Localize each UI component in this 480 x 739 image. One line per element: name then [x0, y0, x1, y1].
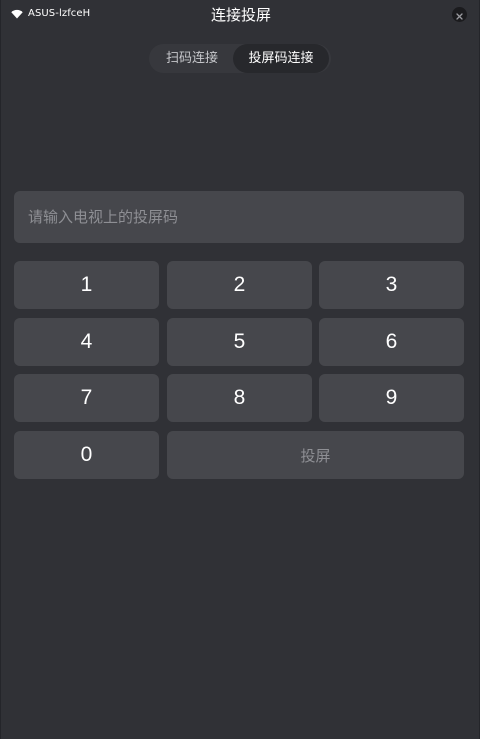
keypad-key-2[interactable]: 2 — [167, 261, 312, 309]
header-bar: ASUS-lzfceH 连接投屏 — [1, 0, 480, 30]
keypad-key-1[interactable]: 1 — [14, 261, 159, 309]
close-icon — [456, 5, 463, 24]
keypad-key-9[interactable]: 9 — [319, 374, 464, 422]
tab-scan-connect[interactable]: 扫码连接 — [149, 44, 233, 73]
connect-mode-tabs: 扫码连接 投屏码连接 — [149, 44, 331, 73]
keypad-key-3[interactable]: 3 — [319, 261, 464, 309]
keypad-key-8[interactable]: 8 — [167, 374, 312, 422]
tab-code-connect[interactable]: 投屏码连接 — [233, 44, 329, 73]
cast-button[interactable]: 投屏 — [167, 431, 464, 479]
keypad-key-6[interactable]: 6 — [319, 318, 464, 366]
cast-connect-screen: ASUS-lzfceH 连接投屏 扫码连接 投屏码连接 1 2 3 4 5 6 … — [0, 0, 480, 739]
keypad-key-0[interactable]: 0 — [14, 431, 159, 479]
page-title: 连接投屏 — [210, 6, 271, 24]
cast-code-input[interactable] — [14, 191, 464, 243]
keypad-key-7[interactable]: 7 — [14, 374, 159, 422]
close-button[interactable] — [452, 7, 467, 22]
keypad-key-5[interactable]: 5 — [167, 318, 312, 366]
keypad-key-4[interactable]: 4 — [14, 318, 159, 366]
